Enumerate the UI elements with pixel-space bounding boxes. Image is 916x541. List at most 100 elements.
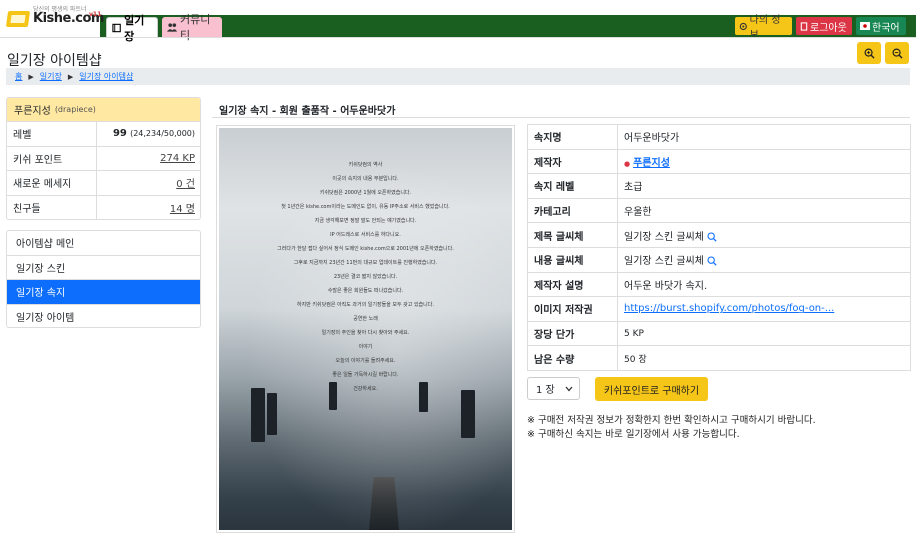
breadcrumb-itemshop[interactable]: 일기장 아이템샵: [79, 71, 133, 82]
info-label: 내용 글씨체: [527, 246, 618, 273]
profile-id: (drapiece): [54, 105, 96, 114]
gear-icon: [739, 22, 747, 30]
info-label: 남은 수량: [527, 345, 618, 371]
info-label: 제목 글씨체: [527, 222, 618, 248]
logout-button[interactable]: 로그아웃: [796, 17, 852, 35]
paper-preview-image: 키쉬닷컴의 역사 이곳의 속지의 내용 부분입니다. 키쉬닷컴은 2000년 1…: [219, 128, 512, 530]
table-row: 장당 단가 5 KP: [527, 320, 911, 347]
sample-line: 건강하세요.: [353, 386, 378, 392]
info-value: 우울한: [617, 197, 911, 224]
sample-line: 그러다가 한달 접다 싶어서 정식 도메인 kishe.com으로 2001년에…: [277, 246, 454, 252]
profile-row-messages: 새로운 메세지 0 건: [7, 171, 200, 196]
info-label: 속지 레벨: [527, 173, 618, 199]
pier-post: [267, 393, 277, 435]
users-icon: [167, 23, 178, 32]
profile-value: 274 KP: [97, 153, 200, 164]
profile-name: 푸른지성: [14, 106, 51, 117]
paper-sample-text: 키쉬닷컴의 역사 이곳의 속지의 내용 부분입니다. 키쉬닷컴은 2000년 1…: [219, 158, 512, 396]
sample-line: 이곳의 속지의 내용 부분입니다.: [332, 176, 399, 182]
paper-preview: 키쉬닷컴의 역사 이곳의 속지의 내용 부분입니다. 키쉬닷컴은 2000년 1…: [216, 125, 515, 533]
sample-line: IP 어드레스로 서비스를 하다니요.: [330, 232, 401, 238]
table-row: 내용 글씨체 일기장 스킨 글씨체: [527, 246, 911, 273]
zoom-out-button[interactable]: [885, 42, 909, 64]
table-row: 이미지 저작권 https://burst.shopify.com/photos/…: [527, 296, 911, 322]
my-info-button[interactable]: 나의 정보: [735, 15, 792, 41]
search-icon[interactable]: [707, 232, 717, 242]
friends-link[interactable]: 14 명: [170, 204, 195, 215]
sample-line: 공연한 노래: [353, 316, 378, 322]
profile-row-friends: 친구들 14 명: [7, 195, 200, 219]
profile-value: 14 명: [97, 200, 200, 215]
messages-link[interactable]: 0 건: [176, 179, 195, 190]
breadcrumb-diary[interactable]: 일기장: [40, 71, 62, 82]
tab-diary[interactable]: 일기장: [106, 14, 158, 43]
menu-item-diary-item[interactable]: 일기장 아이템: [7, 305, 200, 328]
chevron-down-icon: [565, 386, 573, 391]
breadcrumb: 홈 ▶ 일기장 ▶ 일기장 아이템샵: [6, 68, 910, 85]
notice-usage: ※ 구매하신 속지는 바로 일기장에서 사용 가능합니다.: [527, 429, 740, 440]
quantity-value: 1 장: [536, 385, 555, 396]
zoom-in-icon: [864, 48, 875, 59]
author-link[interactable]: 푸른지성: [633, 158, 670, 169]
pier-post: [461, 390, 475, 438]
profile-label: 새로운 메세지: [7, 171, 97, 195]
pier-post: [251, 388, 265, 442]
search-icon[interactable]: [707, 256, 717, 266]
title-font-value: 일기장 스킨 글씨체: [624, 231, 704, 243]
logo-version: v11: [89, 11, 102, 18]
quantity-select[interactable]: 1 장: [527, 377, 580, 400]
info-label: 제작자 설명: [527, 271, 618, 298]
copyright-link[interactable]: https://burst.shopify.com/photos/fog-on-…: [624, 303, 834, 314]
table-row: 제목 글씨체 일기장 스킨 글씨체: [527, 222, 911, 248]
profile-card: 푸른지성 (drapiece) 레벨 99 (24,234/50,000) 키쉬…: [6, 97, 201, 220]
table-row: 속지 레벨 초급: [527, 173, 911, 199]
chevron-right-icon: ▶: [28, 72, 34, 81]
profile-label: 친구들: [7, 195, 97, 219]
page-title: 일기장 아이템샵: [7, 53, 102, 69]
info-value: 50 장: [617, 345, 911, 371]
site-logo[interactable]: 당신의 평생의 파트너 Kishe.com v11: [5, 4, 104, 34]
language-label: 한국어: [872, 22, 900, 34]
notice-copyright: ※ 구매전 저작권 정보가 정확한지 한번 확인하시고 구매하시기 바랍니다.: [527, 415, 816, 426]
sample-line: 오늘의 이야기를 들려주세요.: [335, 358, 396, 364]
info-value: 일기장 스킨 글씨체: [617, 222, 911, 248]
sample-line: 키쉬닷컴은 2000년 1월에 오픈하였습니다.: [319, 190, 412, 196]
level-progress: (24,234/50,000): [130, 129, 195, 139]
body-font-value: 일기장 스킨 글씨체: [624, 256, 704, 268]
sample-line: 첫 1년간은 kishe.com이라는 도메인도 없이, 유동 IP주소로 서비…: [281, 204, 450, 210]
breadcrumb-home[interactable]: 홈: [15, 71, 22, 82]
chevron-right-icon: ▶: [67, 72, 74, 81]
nav-background: [100, 15, 916, 37]
table-row: 속지명 어두운바닷가: [527, 124, 911, 150]
tab-community[interactable]: 커뮤니티: [162, 13, 222, 42]
language-button[interactable]: 한국어: [856, 17, 906, 35]
sample-line: 일기장의 주인을 찾아 다시 찾아와 주세요.: [321, 330, 410, 336]
logo-icon: [5, 11, 31, 27]
sample-line: 그후로 지금까지 23년간 11번의 대규모 업데이트를 진행하였습니다.: [293, 260, 438, 266]
sample-line: 좋은 일들 가득하시길 바랍니다.: [332, 372, 399, 378]
item-info-table: 속지명 어두운바닷가 제작자 ● 푸른지성 속지 레벨 초급 카테고리 우울한 제목 글씨…: [527, 124, 911, 371]
zoom-in-button[interactable]: [857, 42, 881, 64]
info-label: 속지명: [527, 124, 618, 150]
sample-line: 이야기: [358, 344, 373, 350]
sample-line: 수많은 좋은 회원들도 떠나갔습니다.: [327, 288, 404, 294]
profile-row-points: 키쉬 포인트 274 KP: [7, 146, 200, 171]
info-value: https://burst.shopify.com/photos/fog-on-…: [617, 296, 911, 322]
status-dot-icon: ●: [624, 159, 631, 168]
buy-with-points-button[interactable]: 키쉬포인트로 구매하기: [595, 377, 708, 401]
menu-item-shop-main[interactable]: 아이템샵 메인: [7, 231, 200, 256]
top-navigation-bar: 당신의 평생의 파트너 Kishe.com v11 일기장 커뮤니티 나의 정보…: [0, 0, 916, 43]
divider: [212, 117, 910, 118]
info-label: 제작자: [527, 148, 618, 175]
profile-value: 0 건: [97, 175, 200, 190]
shop-menu: 아이템샵 메인 일기장 스킨 일기장 속지 일기장 아이템: [6, 230, 201, 328]
table-row: 남은 수량 50 장: [527, 345, 911, 371]
menu-item-diary-paper[interactable]: 일기장 속지: [7, 280, 200, 305]
info-value: 5 KP: [617, 320, 911, 347]
zoom-out-icon: [892, 48, 903, 59]
sample-line: 하지만 키쉬닷컴은 아직도 과거의 일기장들을 모두 갖고 있습니다.: [297, 302, 434, 308]
sample-line: 23년은 결코 짧지 않았습니다.: [333, 274, 398, 280]
menu-item-diary-skin[interactable]: 일기장 스킨: [7, 256, 200, 280]
points-link[interactable]: 274 KP: [160, 153, 195, 164]
table-row: 제작자 설명 어두운 바닷가 속지.: [527, 271, 911, 298]
